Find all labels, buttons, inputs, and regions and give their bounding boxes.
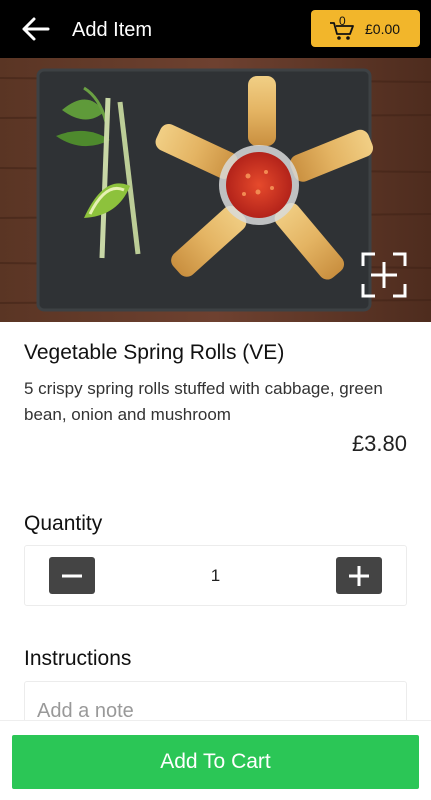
quantity-label: Quantity — [24, 512, 103, 535]
cart-button[interactable]: 0 £0.00 — [311, 10, 420, 47]
item-description: 5 crispy spring rolls stuffed with cabba… — [24, 379, 383, 424]
instructions-label: Instructions — [24, 647, 132, 670]
top-app-bar: Add Item 0 £0.00 — [0, 0, 431, 58]
expand-image-button[interactable] — [361, 252, 407, 298]
footer-bar: Add To Cart — [0, 720, 431, 800]
cart-total: £0.00 — [365, 21, 401, 37]
add-to-cart-button[interactable]: Add To Cart — [12, 735, 419, 789]
quantity-stepper: 1 — [24, 545, 407, 606]
item-name: Vegetable Spring Rolls (VE) — [24, 341, 285, 364]
plus-icon — [349, 566, 369, 586]
item-photo — [0, 58, 431, 322]
item-price: £3.80 — [351, 431, 407, 456]
arrow-left-icon — [22, 17, 50, 41]
expand-icon — [361, 252, 407, 298]
increase-quantity-button[interactable] — [336, 557, 382, 594]
cart-item-count: 0 — [339, 14, 346, 28]
back-button[interactable] — [20, 14, 52, 44]
page-title: Add Item — [72, 19, 153, 41]
